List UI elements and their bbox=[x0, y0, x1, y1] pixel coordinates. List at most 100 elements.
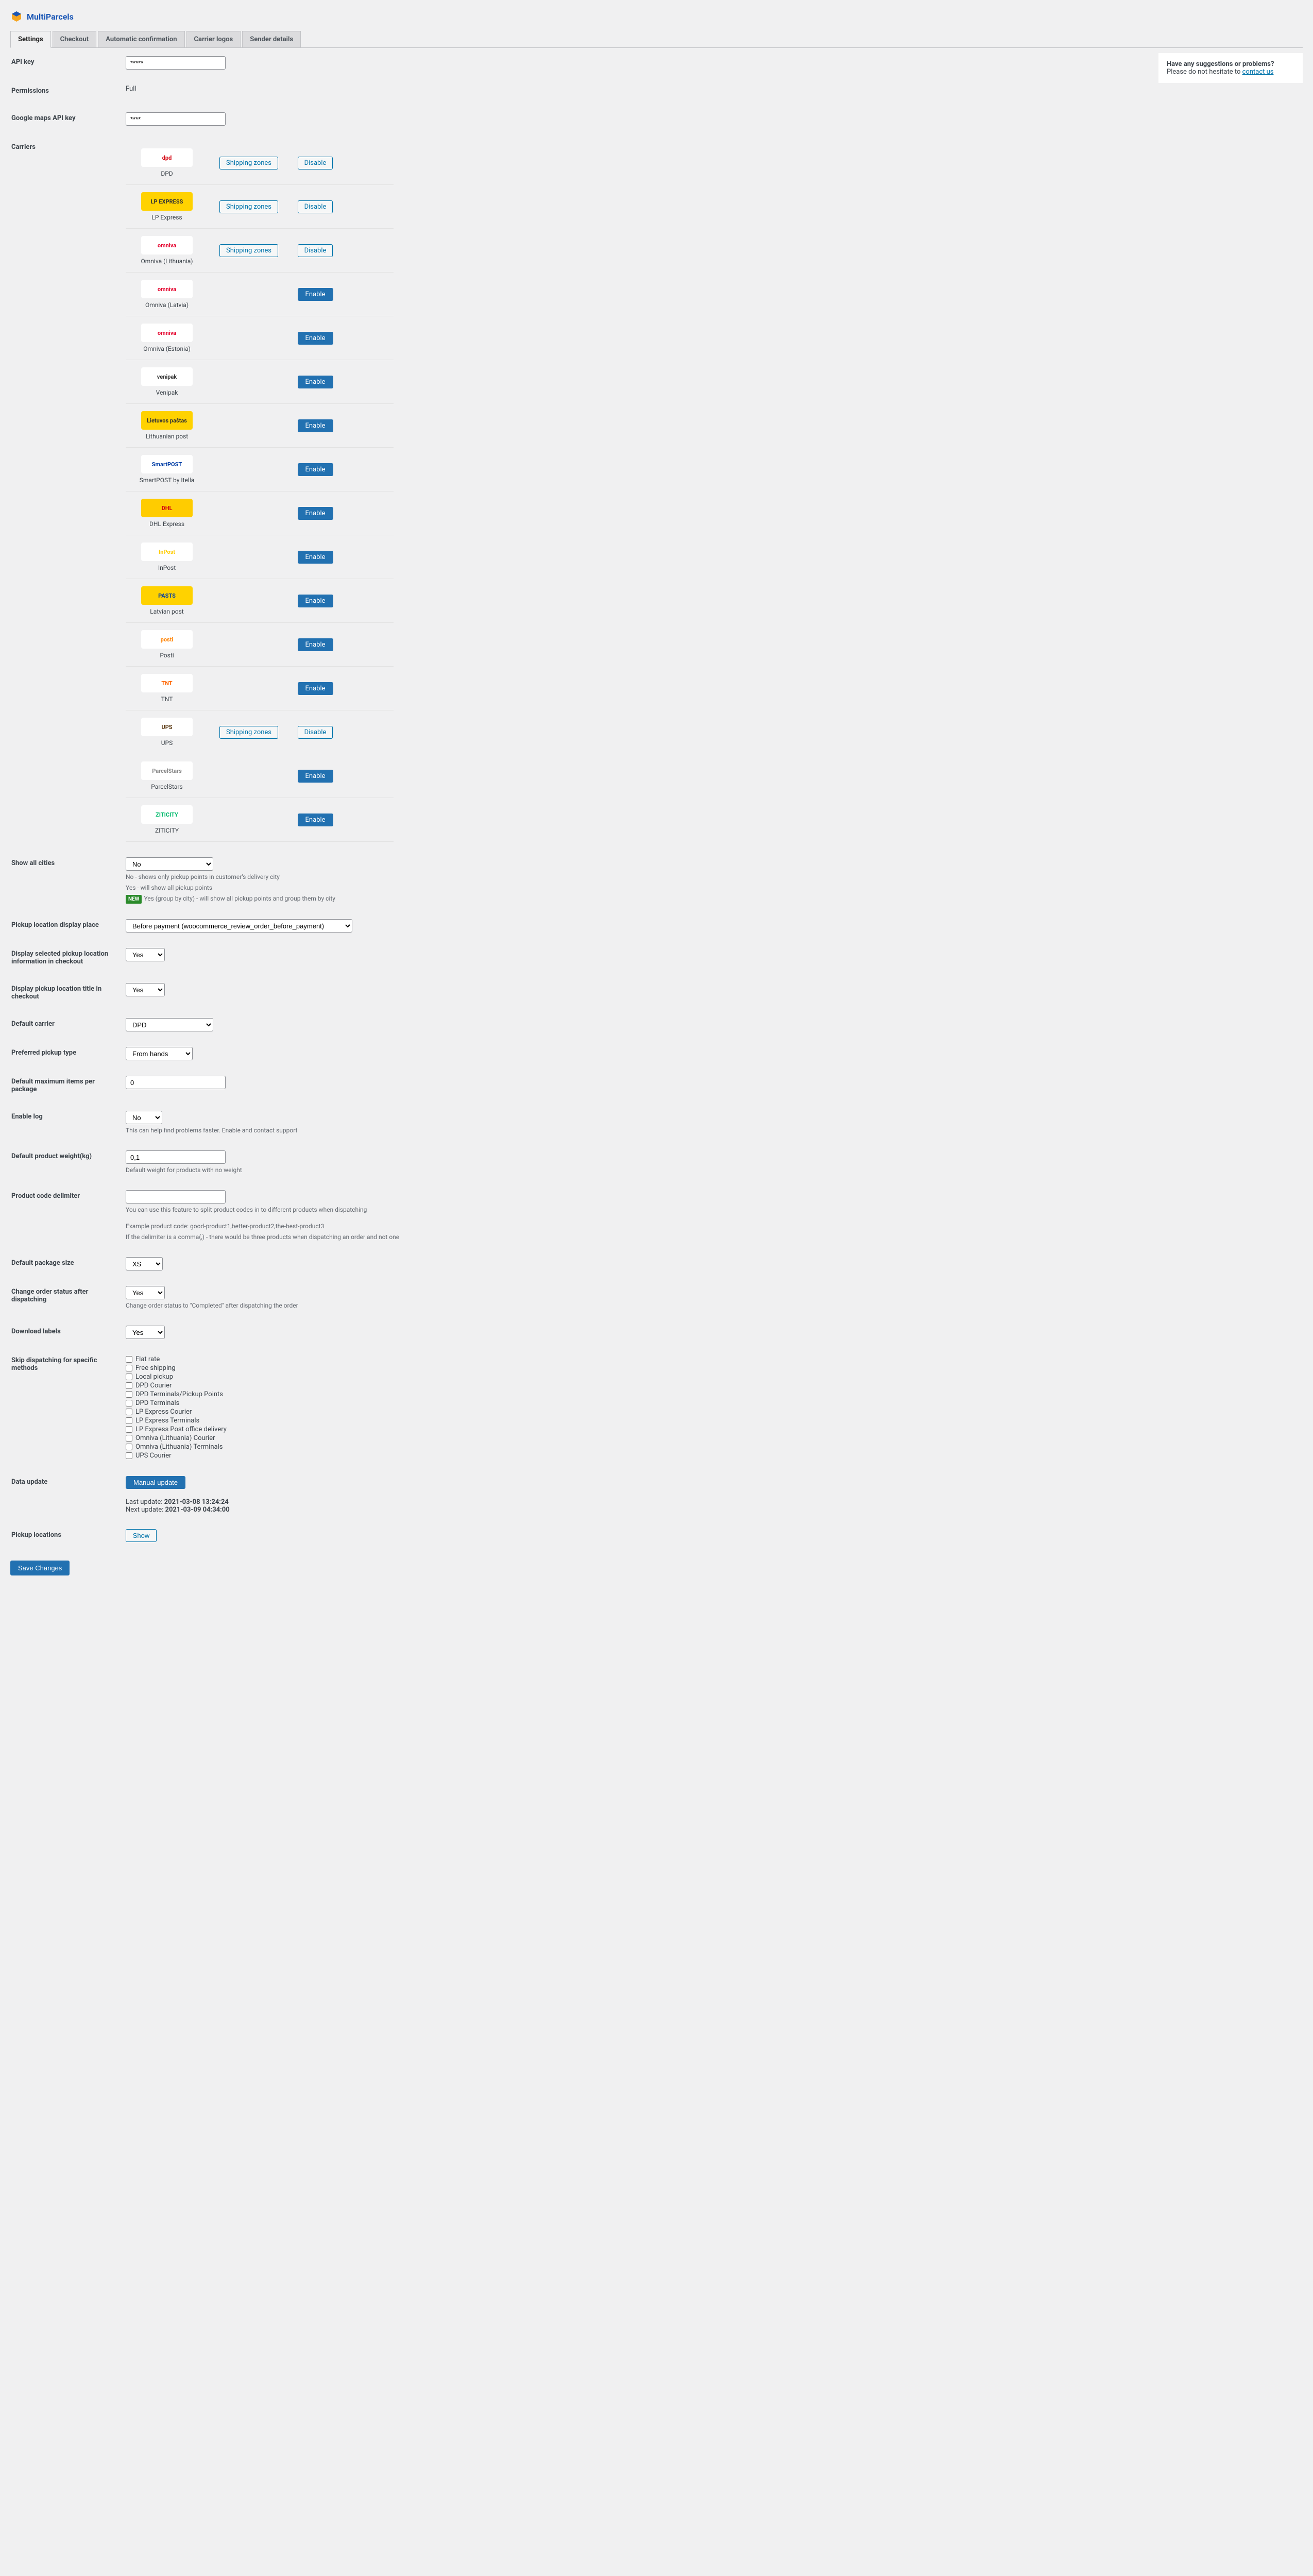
carrier-logo: venipak bbox=[141, 367, 193, 386]
skip-method-row[interactable]: Free shipping bbox=[126, 1364, 1142, 1372]
tab-settings[interactable]: Settings bbox=[10, 31, 51, 48]
carrier-row: TNTTNTEnable bbox=[126, 667, 394, 710]
carrier-name: Venipak bbox=[126, 389, 208, 396]
desc-delim-1: You can use this feature to split produc… bbox=[126, 1205, 414, 1214]
tab-carrier-logos[interactable]: Carrier logos bbox=[186, 31, 241, 47]
carrier-row: omnivaOmniva (Estonia)Enable bbox=[126, 316, 394, 360]
enable-button[interactable]: Enable bbox=[298, 814, 333, 826]
skip-method-checkbox[interactable] bbox=[126, 1417, 132, 1424]
skip-method-checkbox[interactable] bbox=[126, 1391, 132, 1398]
skip-method-row[interactable]: LP Express Terminals bbox=[126, 1417, 1142, 1425]
gmaps-key-input[interactable] bbox=[126, 112, 226, 126]
tab-automatic-confirmation[interactable]: Automatic confirmation bbox=[98, 31, 184, 47]
show-all-cities-select[interactable]: No bbox=[126, 857, 213, 871]
disable-button[interactable]: Disable bbox=[298, 726, 333, 739]
disable-button[interactable]: Disable bbox=[298, 200, 333, 213]
manual-update-button[interactable]: Manual update bbox=[126, 1476, 185, 1489]
desc-show-all-3: NEWYes (group by city) - will show all p… bbox=[126, 894, 1142, 904]
skip-method-checkbox[interactable] bbox=[126, 1400, 132, 1406]
skip-method-label: Flat rate bbox=[135, 1355, 160, 1363]
brand-icon bbox=[10, 10, 23, 23]
skip-method-row[interactable]: DPD Courier bbox=[126, 1382, 1142, 1389]
label-gmaps: Google maps API key bbox=[11, 105, 125, 133]
skip-method-checkbox[interactable] bbox=[126, 1435, 132, 1442]
permissions-value: Full bbox=[126, 85, 137, 93]
show-pickup-button[interactable]: Show bbox=[126, 1529, 157, 1542]
label-enable-log: Enable log bbox=[11, 1104, 125, 1142]
product-delimiter-input[interactable] bbox=[126, 1190, 226, 1204]
tab-sender-details[interactable]: Sender details bbox=[242, 31, 301, 47]
enable-button[interactable]: Enable bbox=[298, 682, 333, 695]
skip-method-row[interactable]: DPD Terminals bbox=[126, 1399, 1142, 1407]
display-pickup-title-select[interactable]: Yes bbox=[126, 983, 165, 996]
download-labels-select[interactable]: Yes bbox=[126, 1326, 165, 1339]
carrier-name: ParcelStars bbox=[126, 783, 208, 790]
display-selected-pickup-select[interactable]: Yes bbox=[126, 948, 165, 961]
default-carrier-select[interactable]: DPD bbox=[126, 1018, 213, 1031]
skip-method-row[interactable]: LP Express Post office delivery bbox=[126, 1426, 1142, 1433]
skip-method-checkbox[interactable] bbox=[126, 1365, 132, 1371]
skip-method-checkbox[interactable] bbox=[126, 1452, 132, 1459]
disable-button[interactable]: Disable bbox=[298, 244, 333, 257]
carrier-logo: PASTS bbox=[141, 586, 193, 605]
max-items-input[interactable] bbox=[126, 1076, 226, 1089]
carrier-row: Lietuvos paštasLithuanian postEnable bbox=[126, 404, 394, 448]
carrier-row: SmartPOST SmartPOST by Itella Enable bbox=[126, 448, 394, 492]
shipping-zones-button[interactable]: Shipping zones bbox=[219, 726, 278, 739]
shipping-zones-button[interactable]: Shipping zones bbox=[219, 200, 278, 213]
enable-button[interactable]: Enable bbox=[298, 770, 333, 783]
skip-method-row[interactable]: Flat rate bbox=[126, 1355, 1142, 1363]
skip-method-row[interactable]: LP Express Courier bbox=[126, 1408, 1142, 1416]
enable-button[interactable]: Enable bbox=[298, 595, 333, 607]
skip-method-label: DPD Terminals bbox=[135, 1399, 179, 1407]
enable-button[interactable]: Enable bbox=[298, 507, 333, 520]
skip-method-label: LP Express Terminals bbox=[135, 1417, 199, 1425]
skip-method-checkbox[interactable] bbox=[126, 1374, 132, 1380]
enable-button[interactable]: Enable bbox=[298, 463, 333, 476]
save-button[interactable]: Save Changes bbox=[10, 1561, 70, 1575]
carrier-logo: SmartPOST bbox=[141, 455, 193, 473]
skip-method-checkbox[interactable] bbox=[126, 1444, 132, 1450]
label-download-labels: Download labels bbox=[11, 1318, 125, 1346]
next-update: Next update: 2021-03-09 04:34:00 bbox=[126, 1506, 1142, 1514]
enable-log-select[interactable]: No bbox=[126, 1111, 162, 1124]
skip-method-checkbox[interactable] bbox=[126, 1382, 132, 1389]
enable-button[interactable]: Enable bbox=[298, 376, 333, 388]
default-pkg-size-select[interactable]: XS bbox=[126, 1257, 163, 1270]
enable-button[interactable]: Enable bbox=[298, 419, 333, 432]
carriers-list: dpdDPDShipping zonesDisableLP EXPRESSLP … bbox=[126, 134, 1147, 849]
skip-method-row[interactable]: Local pickup bbox=[126, 1373, 1142, 1381]
api-key-input[interactable] bbox=[126, 56, 226, 70]
carrier-logo: dpd bbox=[141, 148, 193, 167]
label-delim: Product code delimiter bbox=[11, 1183, 125, 1249]
enable-button[interactable]: Enable bbox=[298, 551, 333, 564]
desc-enable-log: This can help find problems faster. Enab… bbox=[126, 1126, 1142, 1135]
skip-method-checkbox[interactable] bbox=[126, 1409, 132, 1415]
shipping-zones-button[interactable]: Shipping zones bbox=[219, 244, 278, 257]
label-api-key: API key bbox=[11, 49, 125, 77]
label-display-sel: Display selected pickup location informa… bbox=[11, 941, 125, 975]
enable-button[interactable]: Enable bbox=[298, 288, 333, 301]
skip-method-label: Omniva (Lithuania) Terminals bbox=[135, 1443, 223, 1451]
change-order-select[interactable]: Yes bbox=[126, 1286, 165, 1299]
enable-button[interactable]: Enable bbox=[298, 332, 333, 345]
skip-method-row[interactable]: DPD Terminals/Pickup Points bbox=[126, 1391, 1142, 1398]
pickup-location-select[interactable]: Before payment (woocommerce_review_order… bbox=[126, 919, 352, 933]
enable-button[interactable]: Enable bbox=[298, 638, 333, 651]
skip-method-row[interactable]: UPS Courier bbox=[126, 1452, 1142, 1460]
carrier-name: SmartPOST by Itella bbox=[126, 477, 208, 484]
default-weight-input[interactable] bbox=[126, 1150, 226, 1164]
carrier-row: DHLDHL ExpressEnable bbox=[126, 492, 394, 535]
desc-delim-3: If the delimiter is a comma(,) - there w… bbox=[126, 1232, 414, 1242]
skip-method-row[interactable]: Omniva (Lithuania) Courier bbox=[126, 1434, 1142, 1442]
shipping-zones-button[interactable]: Shipping zones bbox=[219, 157, 278, 170]
carrier-logo: TNT bbox=[141, 674, 193, 692]
skip-method-checkbox[interactable] bbox=[126, 1426, 132, 1433]
skip-method-label: Free shipping bbox=[135, 1364, 176, 1372]
skip-method-row[interactable]: Omniva (Lithuania) Terminals bbox=[126, 1443, 1142, 1451]
preferred-pickup-select[interactable]: From hands bbox=[126, 1047, 193, 1060]
disable-button[interactable]: Disable bbox=[298, 157, 333, 170]
skip-method-checkbox[interactable] bbox=[126, 1356, 132, 1363]
contact-link[interactable]: contact us bbox=[1242, 68, 1274, 76]
tab-checkout[interactable]: Checkout bbox=[53, 31, 97, 47]
